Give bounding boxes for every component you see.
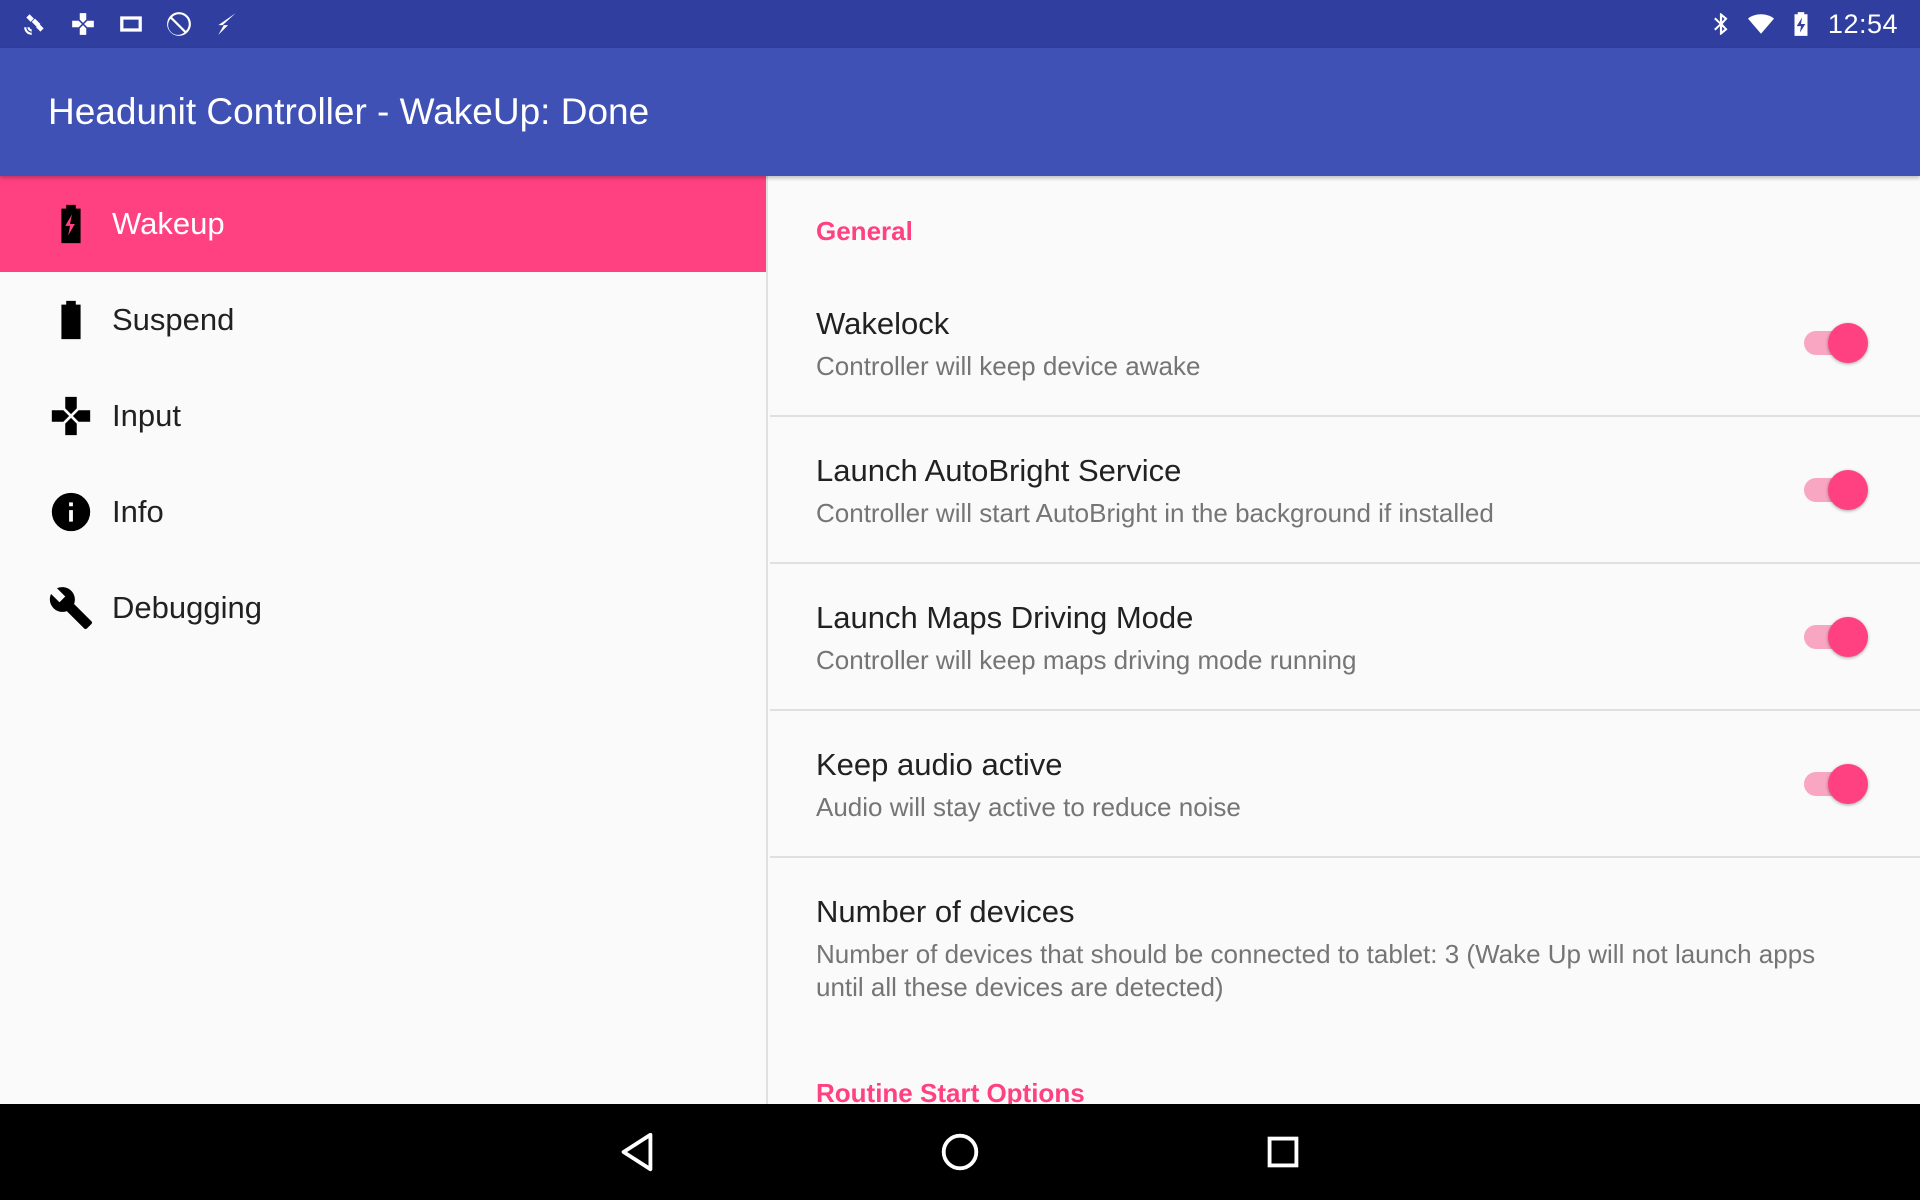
pref-autobright[interactable]: Launch AutoBright Service Controller wil… xyxy=(770,417,1920,564)
pref-summary: Controller will start AutoBright in the … xyxy=(816,498,1494,528)
system-nav-bar xyxy=(0,1104,1920,1200)
sidebar-item-suspend[interactable]: Suspend xyxy=(0,272,766,368)
pref-title: Wakelock xyxy=(816,306,950,341)
sidebar-item-info[interactable]: Info xyxy=(0,464,766,560)
settings-panel: General Wakelock Controller will keep de… xyxy=(770,176,1920,1104)
battery-charging-icon xyxy=(1788,11,1814,37)
pref-maps-driving-mode[interactable]: Launch Maps Driving Mode Controller will… xyxy=(770,564,1920,711)
autobright-toggle[interactable] xyxy=(1802,469,1868,510)
section-header-general: General xyxy=(816,216,913,246)
satellite-icon xyxy=(22,11,48,37)
info-icon xyxy=(48,489,94,535)
toggle-thumb xyxy=(1828,617,1868,657)
screen-icon xyxy=(118,11,144,37)
home-icon[interactable] xyxy=(930,1122,990,1182)
sidebar-item-label: Input xyxy=(112,398,181,433)
recents-icon[interactable] xyxy=(1253,1122,1313,1182)
keep-audio-active-toggle[interactable] xyxy=(1802,763,1868,804)
sidebar-item-label: Info xyxy=(112,494,164,529)
pref-summary: Number of devices that should be connect… xyxy=(816,939,1816,1002)
battery-icon xyxy=(48,297,94,343)
sidebar-item-label: Suspend xyxy=(112,302,235,337)
toggle-thumb xyxy=(1828,470,1868,510)
pref-summary: Controller will keep device awake xyxy=(816,351,1201,381)
app-bar: Headunit Controller - WakeUp: Done xyxy=(0,48,1920,176)
pref-summary: Audio will stay active to reduce noise xyxy=(816,792,1241,822)
sidebar-item-label: Debugging xyxy=(112,590,262,625)
app-title: Headunit Controller - WakeUp: Done xyxy=(48,91,650,132)
section-header-routine-start-options: Routine Start Options xyxy=(816,1078,1085,1104)
pref-summary: Controller will keep maps driving mode r… xyxy=(816,645,1357,675)
pref-keep-audio-active[interactable]: Keep audio active Audio will stay active… xyxy=(770,711,1920,858)
pref-title: Number of devices xyxy=(816,894,1075,929)
pref-number-of-devices[interactable]: Number of devices Number of devices that… xyxy=(770,858,1920,1044)
pref-wakelock[interactable]: Wakelock Controller will keep device awa… xyxy=(770,270,1920,417)
sidebar: Wakeup Suspend Input Info Debugging xyxy=(0,176,768,1104)
pref-title: Keep audio active xyxy=(816,747,1063,782)
rotation-icon xyxy=(166,11,192,37)
gamepad-icon xyxy=(48,393,94,439)
sidebar-item-wakeup[interactable]: Wakeup xyxy=(0,176,766,272)
flash-icon xyxy=(214,11,240,37)
wifi-icon xyxy=(1747,11,1774,37)
pref-title: Launch Maps Driving Mode xyxy=(816,600,1194,635)
wakelock-toggle[interactable] xyxy=(1802,322,1868,363)
status-bar: 12:54 xyxy=(0,0,1920,48)
toggle-thumb xyxy=(1828,323,1868,363)
battery-charging-icon xyxy=(48,201,94,247)
status-left-icons xyxy=(22,11,240,37)
toggle-thumb xyxy=(1828,764,1868,804)
status-right-icons: 12:54 xyxy=(1708,9,1898,40)
pref-title: Launch AutoBright Service xyxy=(816,453,1182,488)
wrench-icon xyxy=(48,585,94,631)
maps-driving-mode-toggle[interactable] xyxy=(1802,616,1868,657)
status-clock: 12:54 xyxy=(1827,8,1898,39)
gamepad-icon xyxy=(70,11,96,37)
back-icon[interactable] xyxy=(607,1122,667,1182)
bluetooth-icon xyxy=(1708,11,1734,37)
sidebar-item-label: Wakeup xyxy=(112,206,225,241)
sidebar-item-debugging[interactable]: Debugging xyxy=(0,560,766,656)
sidebar-item-input[interactable]: Input xyxy=(0,368,766,464)
